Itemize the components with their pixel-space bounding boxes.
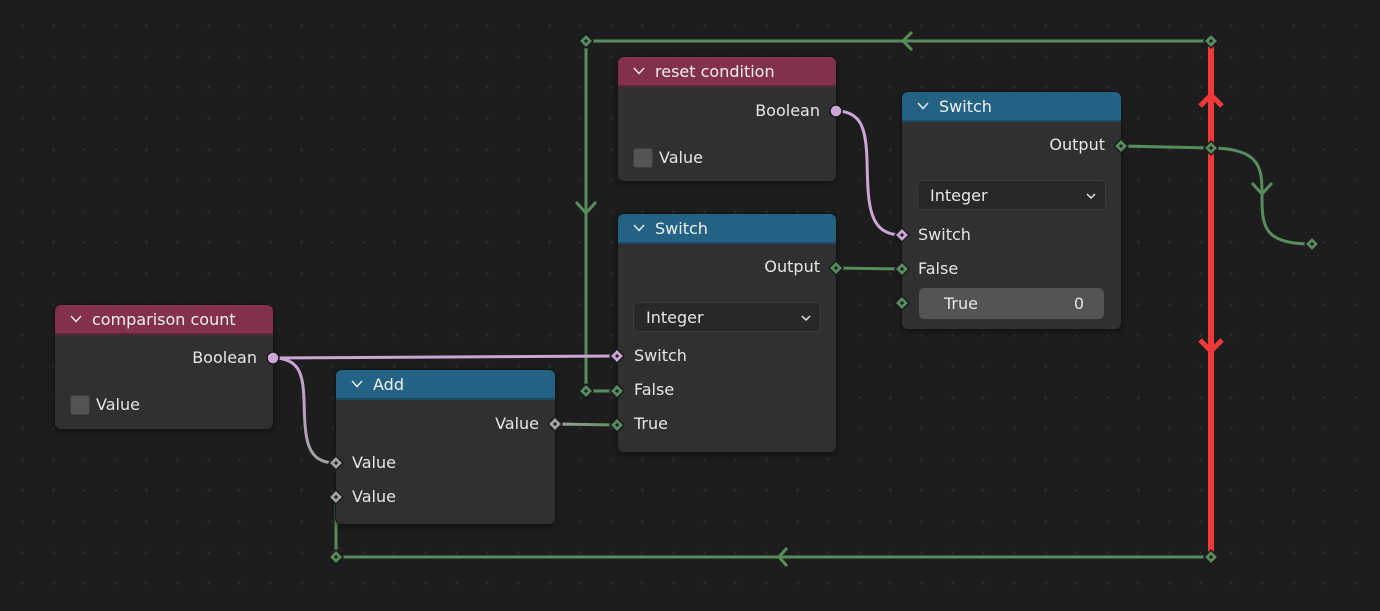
type-dropdown[interactable]: Integer <box>633 302 821 332</box>
input-false: False <box>902 258 1121 280</box>
node-add[interactable]: Add Value Value Value <box>336 370 555 524</box>
socket-label: Switch <box>918 225 971 244</box>
socket-label: Value <box>352 487 396 506</box>
collapse-chevron-icon[interactable] <box>350 377 364 391</box>
reroute-node-top-right[interactable] <box>1203 33 1219 49</box>
node-title: reset condition <box>655 61 775 81</box>
link-comparison-to-switch1[interactable] <box>272 354 618 360</box>
value-checkbox-row[interactable]: Value <box>618 147 836 169</box>
value-checkbox-row[interactable]: Value <box>55 394 273 416</box>
input-false: False <box>618 379 836 401</box>
value-checkbox[interactable] <box>633 148 653 168</box>
link-direction-arrow-icon <box>900 30 914 52</box>
reroute-node-top-left[interactable] <box>578 33 594 49</box>
input-switch: Switch <box>902 224 1121 246</box>
collapse-chevron-icon[interactable] <box>632 64 646 78</box>
input-value-1: Value <box>336 452 555 474</box>
output-boolean: Boolean <box>55 347 273 369</box>
chevron-down-icon <box>1086 193 1096 200</box>
socket-label: Boolean <box>192 348 257 367</box>
link-loop-bottom[interactable] <box>336 547 1211 567</box>
reroute-node-bottom-left[interactable] <box>328 549 344 565</box>
output-value: Value <box>336 413 555 435</box>
socket-label: False <box>634 380 675 399</box>
field-value: 0 <box>1073 294 1084 313</box>
node-header[interactable]: Add <box>336 370 555 400</box>
socket-reset-boolean-output[interactable] <box>829 104 843 118</box>
node-reset-condition[interactable]: reset condition Boolean Value <box>618 57 836 181</box>
node-comparison-count[interactable]: comparison count Boolean Value <box>55 305 273 429</box>
node-header[interactable]: Switch <box>902 92 1121 122</box>
reroute-node-false[interactable] <box>578 383 594 399</box>
link-loop-mid-vertical[interactable] <box>574 41 617 393</box>
type-dropdown[interactable]: Integer <box>917 180 1106 210</box>
input-switch: Switch <box>618 345 836 367</box>
socket-label: True <box>634 414 668 433</box>
link-loop-top[interactable] <box>586 30 1211 52</box>
node-header[interactable]: Switch <box>618 214 836 244</box>
dropdown-value: Integer <box>646 307 704 327</box>
link-comparison-to-add[interactable] <box>272 356 337 465</box>
link-direction-arrow-icon <box>1198 91 1224 108</box>
collapse-chevron-icon[interactable] <box>69 312 83 326</box>
true-value-field[interactable]: True 0 <box>919 288 1104 319</box>
node-title: Switch <box>939 96 992 116</box>
checkbox-label: Value <box>659 148 703 167</box>
node-title: Switch <box>655 218 708 238</box>
link-switch1-output-to-switch2-false[interactable] <box>835 266 903 271</box>
output-boolean: Boolean <box>618 100 836 122</box>
link-add-to-switch1-true[interactable] <box>554 422 618 427</box>
reroute-node-dangling[interactable] <box>1304 236 1320 252</box>
node-switch-1[interactable]: Switch Output Integer Switch False True <box>618 214 836 452</box>
link-reroute-to-output[interactable] <box>1210 146 1313 246</box>
invalid-cycle-link[interactable] <box>1198 41 1224 557</box>
link-direction-arrow-icon <box>574 200 598 216</box>
input-true: True <box>618 413 836 435</box>
value-checkbox[interactable] <box>70 395 90 415</box>
input-value-2: Value <box>336 486 555 508</box>
output-output: Output <box>902 134 1121 156</box>
node-title: comparison count <box>92 309 236 329</box>
socket-label: False <box>918 259 959 278</box>
socket-label: Output <box>1049 135 1105 154</box>
link-direction-arrow-icon <box>776 547 789 567</box>
link-direction-arrow-icon <box>1250 181 1274 197</box>
link-direction-arrow-icon <box>1198 338 1224 355</box>
collapse-chevron-icon[interactable] <box>632 221 646 235</box>
node-title: Add <box>373 374 404 394</box>
socket-comparison-boolean-output[interactable] <box>266 351 280 365</box>
link-switch2-output-to-reroute[interactable] <box>1120 144 1212 150</box>
socket-label: Switch <box>634 346 687 365</box>
socket-label: Output <box>764 257 820 276</box>
node-header[interactable]: reset condition <box>618 57 836 87</box>
output-output: Output <box>618 256 836 278</box>
collapse-chevron-icon[interactable] <box>916 99 930 113</box>
link-reset-to-switch2[interactable] <box>835 109 903 237</box>
field-label: True <box>944 294 978 313</box>
checkbox-label: Value <box>96 395 140 414</box>
node-switch-2[interactable]: Switch Output Integer Switch False True … <box>902 92 1121 329</box>
reroute-node-bottom-right[interactable] <box>1203 549 1219 565</box>
socket-label: Value <box>495 414 539 433</box>
chevron-down-icon <box>801 315 811 322</box>
node-header[interactable]: comparison count <box>55 305 273 335</box>
dropdown-value: Integer <box>930 185 988 205</box>
socket-label: Value <box>352 453 396 472</box>
reroute-node-output[interactable] <box>1203 140 1219 156</box>
socket-label: Boolean <box>755 101 820 120</box>
